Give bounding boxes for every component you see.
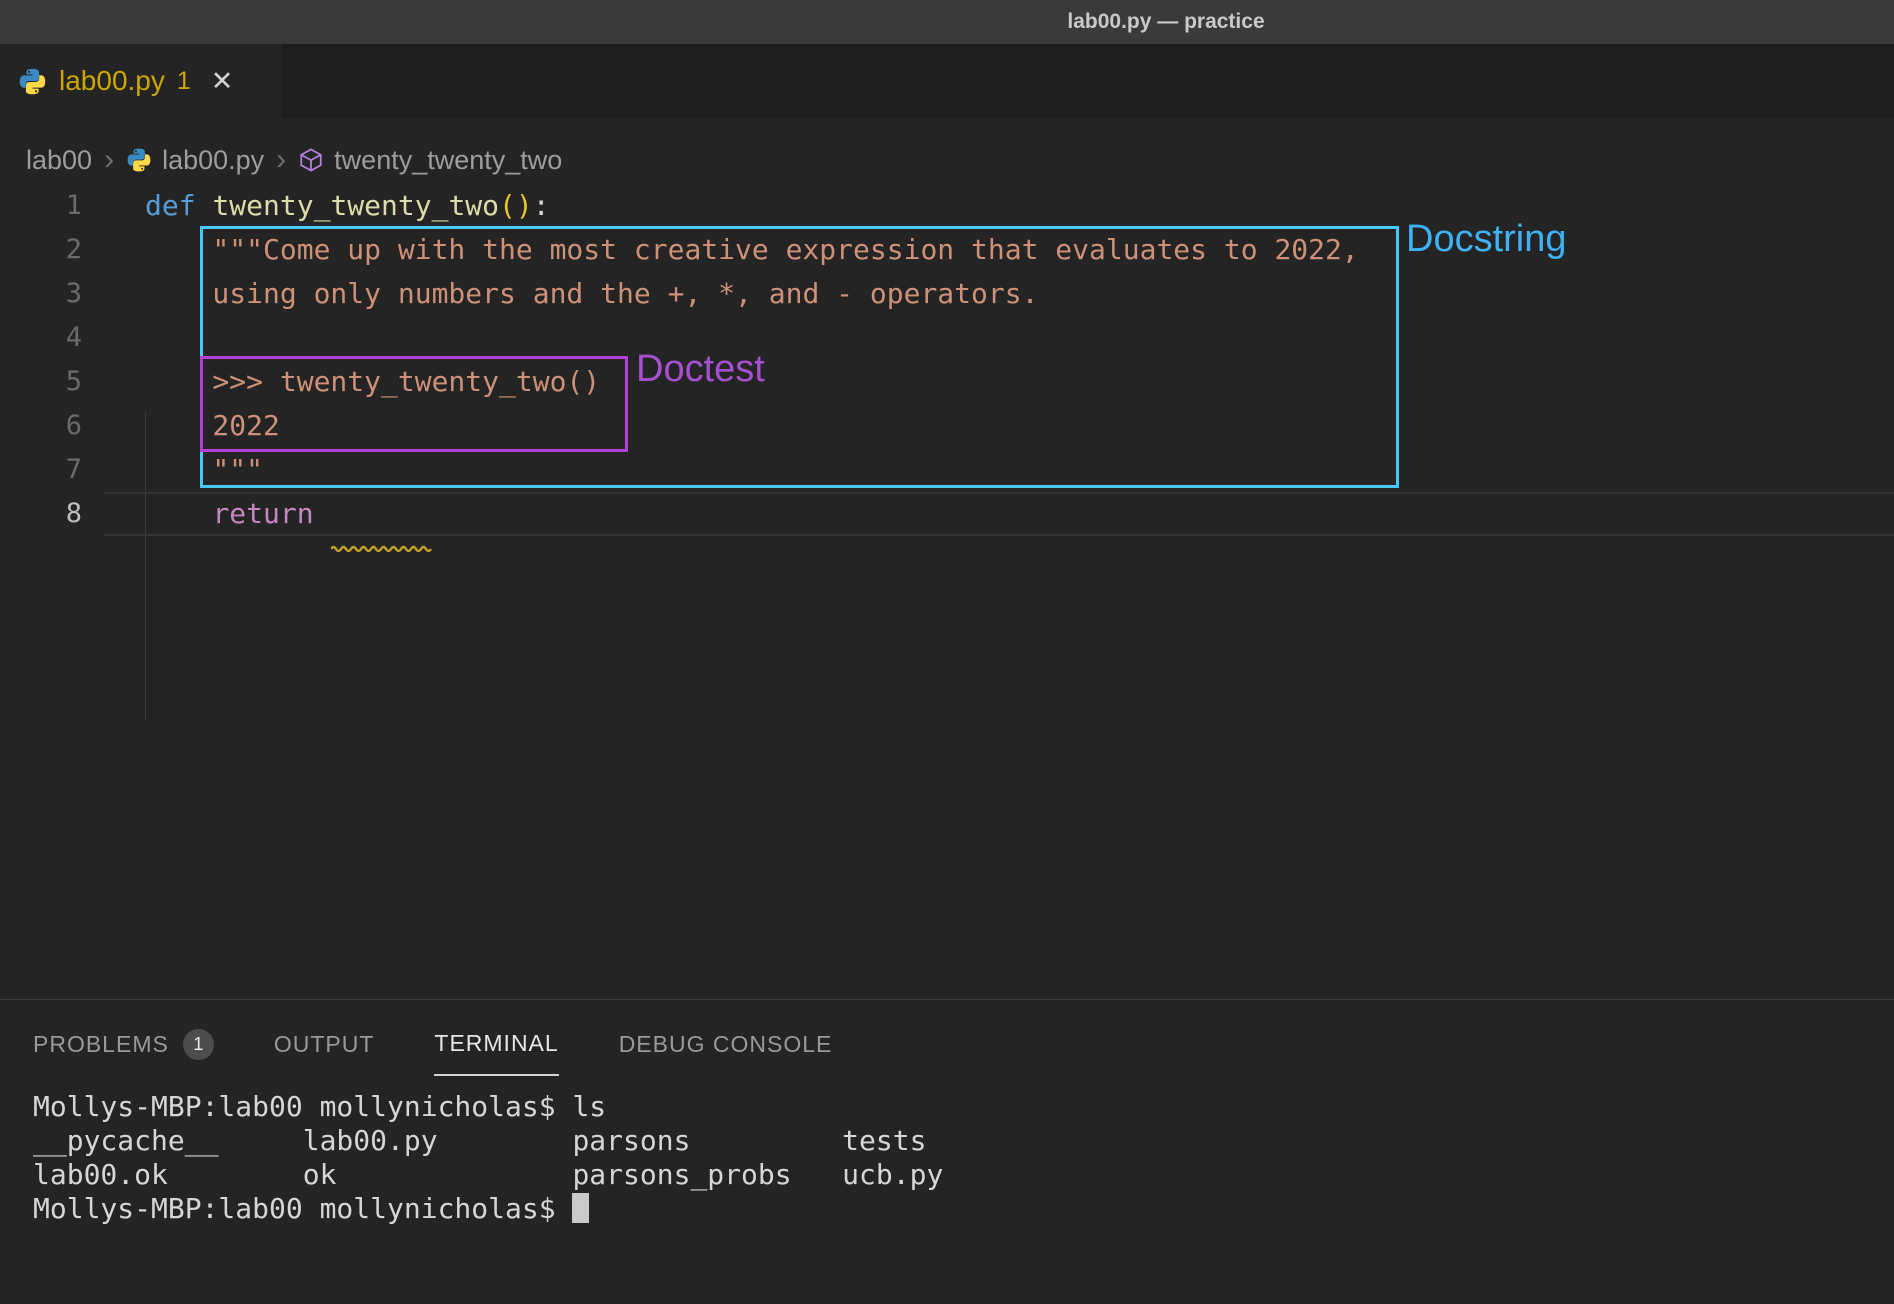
terminal-line: Mollys-MBP:lab00 mollynicholas$ ls [33, 1090, 1894, 1124]
line-number: 3 [0, 272, 82, 316]
panel-tab-label: TERMINAL [434, 1030, 558, 1057]
line-number: 8 [0, 492, 82, 536]
breadcrumb: lab00 › lab00.py › twenty_twenty_two [0, 132, 1894, 188]
terminal-line: __pycache__ lab00.py parsons tests [33, 1124, 1894, 1158]
window-title: lab00.py — practice [1067, 10, 1264, 34]
panel-tab-terminal[interactable]: TERMINAL [434, 1012, 558, 1076]
panel-tab-label: PROBLEMS [33, 1031, 169, 1058]
code-text: >>> twenty_twenty_two() [145, 360, 600, 404]
problems-count-badge: 1 [183, 1029, 214, 1060]
symbol-cube-icon [298, 147, 324, 173]
tab-strip: lab00.py 1 ✕ [0, 44, 1894, 118]
panel-tab-bar: PROBLEMS 1 OUTPUT TERMINAL DEBUG CONSOLE [33, 1012, 832, 1076]
line-number: 4 [0, 316, 82, 360]
panel-tab-problems[interactable]: PROBLEMS 1 [33, 1012, 214, 1076]
docstring-annotation-label: Docstring [1406, 218, 1567, 261]
title-bar: lab00.py — practice [0, 0, 1894, 44]
code-line-3[interactable]: 3 using only numbers and the +, *, and -… [0, 272, 1894, 316]
python-icon [18, 67, 47, 96]
tab-problem-count: 1 [177, 67, 191, 96]
code-line-4[interactable]: 4 [0, 316, 1894, 360]
code-text: using only numbers and the +, *, and - o… [145, 272, 1038, 316]
panel-tab-label: DEBUG CONSOLE [619, 1031, 833, 1058]
chevron-right-icon: › [102, 145, 116, 175]
code-text: """Come up with the most creative expres… [145, 228, 1359, 272]
line-number: 2 [0, 228, 82, 272]
panel-divider [0, 999, 1894, 1000]
code-text: """ [145, 448, 263, 492]
warning-squiggle-icon [331, 522, 433, 532]
panel-tab-output[interactable]: OUTPUT [274, 1012, 375, 1076]
terminal-cursor [572, 1193, 589, 1223]
doctest-annotation-label: Doctest [636, 348, 765, 391]
editor-tab-lab00[interactable]: lab00.py 1 ✕ [0, 44, 282, 118]
terminal-line: lab00.ok ok parsons_probs ucb.py [33, 1158, 1894, 1192]
code-line-8[interactable]: 8 return [0, 492, 1894, 536]
code-editor[interactable]: 1 def twenty_twenty_two(): 2 """Come up … [0, 184, 1894, 536]
breadcrumb-item-file[interactable]: lab00.py [162, 145, 264, 176]
code-text: return [145, 492, 330, 536]
panel-tab-debug-console[interactable]: DEBUG CONSOLE [619, 1012, 833, 1076]
code-line-5[interactable]: 5 >>> twenty_twenty_two() [0, 360, 1894, 404]
panel-tab-label: OUTPUT [274, 1031, 375, 1058]
code-line-6[interactable]: 6 2022 [0, 404, 1894, 448]
line-number: 7 [0, 448, 82, 492]
chevron-right-icon: › [274, 145, 288, 175]
tab-close-icon[interactable]: ✕ [211, 66, 234, 97]
code-text: 2022 [145, 404, 280, 448]
code-line-7[interactable]: 7 """ [0, 448, 1894, 492]
terminal[interactable]: Mollys-MBP:lab00 mollynicholas$ ls __pyc… [33, 1090, 1894, 1226]
line-number: 6 [0, 404, 82, 448]
python-icon [126, 147, 152, 173]
terminal-line: Mollys-MBP:lab00 mollynicholas$ [33, 1192, 1894, 1226]
code-line-2[interactable]: 2 """Come up with the most creative expr… [0, 228, 1894, 272]
line-number: 5 [0, 360, 82, 404]
breadcrumb-item-symbol[interactable]: twenty_twenty_two [334, 145, 562, 176]
terminal-prompt: Mollys-MBP:lab00 mollynicholas$ [33, 1192, 572, 1225]
code-line-1[interactable]: 1 def twenty_twenty_two(): [0, 184, 1894, 228]
code-text: def twenty_twenty_two(): [145, 184, 550, 228]
line-number: 1 [0, 184, 82, 228]
tab-label: lab00.py [59, 65, 165, 97]
breadcrumb-item-lab00[interactable]: lab00 [26, 145, 92, 176]
